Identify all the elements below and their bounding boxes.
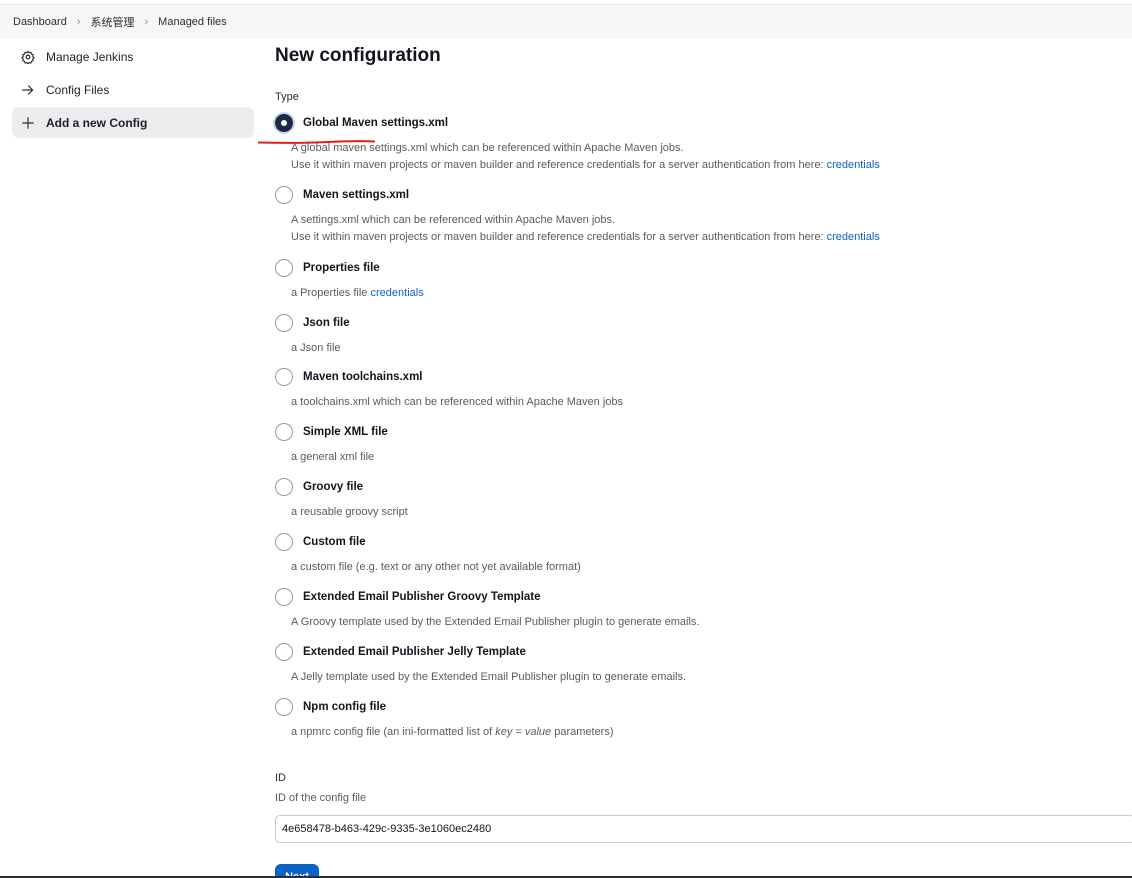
- id-input[interactable]: [275, 815, 1132, 843]
- option-json-file: Json file a Json file: [275, 313, 1132, 357]
- option-global-maven-settings: Global Maven settings.xml A global maven…: [275, 113, 1132, 174]
- breadcrumb-dashboard[interactable]: Dashboard: [13, 16, 67, 28]
- option-maven-toolchains: Maven toolchains.xml a toolchains.xml wh…: [275, 367, 1132, 411]
- credentials-link[interactable]: credentials: [371, 287, 424, 299]
- option-label[interactable]: Extended Email Publisher Groovy Template: [303, 591, 541, 603]
- option-description: a Json file: [291, 342, 341, 354]
- option-label[interactable]: Properties file: [303, 262, 380, 274]
- main-content: New configuration Type Global Maven sett…: [258, 40, 1132, 878]
- id-label: ID: [275, 772, 286, 784]
- option-description-text: parameters): [551, 726, 614, 738]
- breadcrumb-system-management[interactable]: 系统管理: [91, 14, 135, 30]
- option-label[interactable]: Maven settings.xml: [303, 189, 409, 201]
- option-label[interactable]: Extended Email Publisher Jelly Template: [303, 646, 526, 658]
- radio-email-groovy-template[interactable]: [275, 588, 293, 606]
- option-description-line: Use it within maven projects or maven bu…: [291, 157, 1132, 174]
- credentials-link[interactable]: credentials: [827, 231, 880, 243]
- option-custom-file: Custom file a custom file (e.g. text or …: [275, 532, 1132, 576]
- option-email-groovy-template: Extended Email Publisher Groovy Template…: [275, 587, 1132, 631]
- sidebar: Manage Jenkins Config Files Add a new Co…: [12, 41, 254, 140]
- chevron-right-icon: ›: [144, 16, 149, 28]
- radio-dot: [281, 120, 287, 126]
- option-description: a general xml file: [291, 451, 375, 463]
- option-description-text: Use it within maven projects or maven bu…: [291, 159, 824, 171]
- option-description: A settings.xml which can be referenced w…: [275, 212, 1132, 246]
- option-description: a Properties file credentials: [275, 285, 1132, 302]
- option-description-line: Use it within maven projects or maven bu…: [291, 229, 1132, 246]
- option-description-emphasis: key = value: [495, 726, 552, 738]
- radio-properties-file[interactable]: [275, 259, 293, 277]
- option-properties-file: Properties file a Properties file creden…: [275, 258, 1132, 302]
- sidebar-item-config-files[interactable]: Config Files: [12, 74, 254, 105]
- option-description-text: Use it within maven projects or maven bu…: [291, 231, 824, 243]
- breadcrumb: Dashboard › 系统管理 › Managed files: [0, 4, 1132, 39]
- option-label[interactable]: Maven toolchains.xml: [303, 371, 423, 383]
- option-label[interactable]: Global Maven settings.xml: [303, 117, 448, 129]
- option-description: a npmrc config file (an ini-formatted li…: [275, 724, 1132, 741]
- page: Dashboard › 系统管理 › Managed files Manage …: [0, 0, 1132, 878]
- sidebar-item-label: Add a new Config: [46, 115, 148, 130]
- radio-groovy-file[interactable]: [275, 478, 293, 496]
- red-annotation-underline: [258, 140, 375, 144]
- option-groovy-file: Groovy file a reusable groovy script: [275, 477, 1132, 521]
- plus-icon: [21, 116, 35, 130]
- option-label[interactable]: Simple XML file: [303, 426, 388, 438]
- type-label: Type: [275, 91, 299, 103]
- option-label[interactable]: Groovy file: [303, 481, 363, 493]
- arrow-right-icon: [21, 83, 35, 97]
- option-simple-xml-file: Simple XML file a general xml file: [275, 422, 1132, 466]
- option-label[interactable]: Npm config file: [303, 701, 386, 713]
- radio-simple-xml-file[interactable]: [275, 423, 293, 441]
- option-description: A Groovy template used by the Extended E…: [291, 616, 700, 628]
- sidebar-item-label: Manage Jenkins: [46, 49, 134, 64]
- option-email-jelly-template: Extended Email Publisher Jelly Template …: [275, 642, 1132, 686]
- option-description: a toolchains.xml which can be referenced…: [291, 396, 624, 408]
- sidebar-item-add-new-config[interactable]: Add a new Config: [12, 107, 254, 138]
- option-description-line: A global maven settings.xml which can be…: [291, 142, 684, 154]
- breadcrumb-managed-files[interactable]: Managed files: [158, 16, 227, 28]
- id-help-text: ID of the config file: [275, 792, 367, 804]
- option-label[interactable]: Json file: [303, 317, 350, 329]
- option-description: A Jelly template used by the Extended Em…: [291, 671, 687, 683]
- sidebar-item-label: Config Files: [46, 82, 110, 97]
- option-description-line: A settings.xml which can be referenced w…: [291, 214, 616, 226]
- radio-maven-toolchains[interactable]: [275, 368, 293, 386]
- option-description-text: a Properties file: [291, 287, 368, 299]
- gear-icon: [21, 50, 35, 64]
- option-npm-config-file: Npm config file a npmrc config file (an …: [275, 697, 1132, 741]
- option-description: a reusable groovy script: [291, 506, 408, 518]
- option-maven-settings: Maven settings.xml A settings.xml which …: [275, 185, 1132, 246]
- option-description: A global maven settings.xml which can be…: [275, 140, 1132, 174]
- page-title: New configuration: [275, 45, 441, 66]
- radio-email-jelly-template[interactable]: [275, 643, 293, 661]
- credentials-link[interactable]: credentials: [827, 159, 880, 171]
- radio-maven-settings[interactable]: [275, 186, 293, 204]
- radio-json-file[interactable]: [275, 314, 293, 332]
- radio-custom-file[interactable]: [275, 533, 293, 551]
- radio-npm-config-file[interactable]: [275, 698, 293, 716]
- radio-global-maven-settings[interactable]: [275, 114, 293, 132]
- option-description-text: a npmrc config file (an ini-formatted li…: [291, 726, 496, 738]
- option-label[interactable]: Custom file: [303, 536, 366, 548]
- chevron-right-icon: ›: [76, 16, 81, 28]
- sidebar-item-manage-jenkins[interactable]: Manage Jenkins: [12, 41, 254, 72]
- option-description: a custom file (e.g. text or any other no…: [291, 561, 581, 573]
